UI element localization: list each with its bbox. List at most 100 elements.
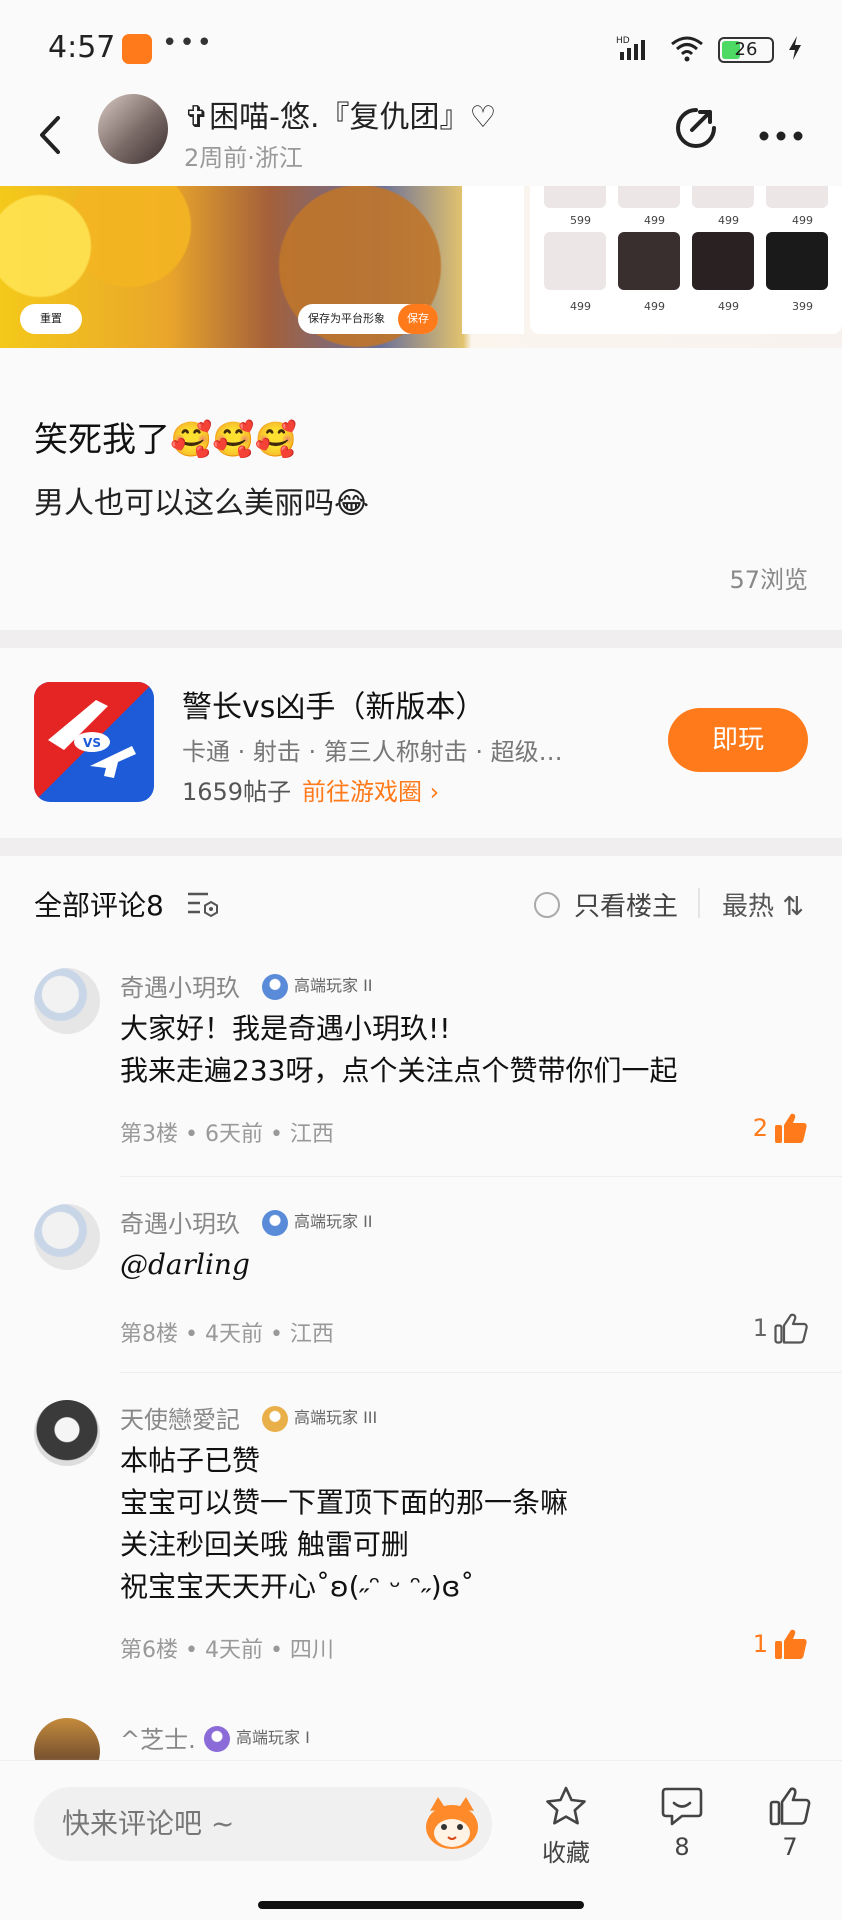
item-price: 399: [792, 300, 813, 313]
status-more-dots: •••: [162, 28, 215, 58]
item-thumb: [766, 232, 828, 290]
status-bar: 4:57 ••• HD 26: [0, 0, 842, 100]
post-title: 笑死我了🥰🥰🥰: [34, 420, 298, 460]
item-price: 499: [792, 214, 813, 227]
image-reset-label: 重置: [20, 304, 82, 334]
view-count: 57浏览: [729, 566, 808, 594]
game-tags: 卡通 · 射击 · 第三人称射击 · 超级…: [182, 738, 563, 766]
item-price: 499: [718, 214, 739, 227]
share-button[interactable]: [672, 104, 720, 152]
status-icons: HD 26: [616, 34, 802, 66]
level-badge: 高端玩家 II: [262, 972, 373, 1000]
comment-item: ^芝士. 高端玩家 I: [0, 1718, 842, 1784]
charging-icon: [788, 36, 802, 64]
game-card[interactable]: VS 警长vs凶手（新版本） 卡通 · 射击 · 第三人称射击 · 超级… 16…: [0, 648, 842, 840]
commenter-avatar[interactable]: [34, 1204, 100, 1270]
comments-button[interactable]: 8: [642, 1785, 722, 1861]
level-badge: 高端玩家 I: [204, 1724, 310, 1752]
game-icon[interactable]: VS: [34, 682, 154, 802]
thumbs-up-icon: [775, 1113, 807, 1143]
status-time: 4:57: [48, 30, 116, 65]
image-item-panel: 599 499 499 499 499 499 499 399: [530, 186, 842, 334]
like-button[interactable]: 2: [753, 1112, 808, 1144]
comment-input[interactable]: 快来评论吧 ~: [34, 1787, 492, 1861]
bottom-action-bar: 快来评论吧 ~ 收藏 8 7: [0, 1760, 842, 1920]
comment-text: 大家好！我是奇遇小玥玖!! 我来走遍233呀，点个关注点个赞带你们一起: [120, 1012, 678, 1087]
commenter-name[interactable]: 奇遇小玥玖: [120, 968, 240, 1003]
comment-meta: 第8楼 • 4天前 • 江西: [120, 1322, 334, 1347]
author-avatar[interactable]: [98, 94, 168, 164]
item-price: 499: [644, 214, 665, 227]
level-badge: 高端玩家 III: [262, 1404, 377, 1432]
author-name[interactable]: ✞困喵-悠.『复仇团』♡: [184, 92, 496, 136]
comment-item: 奇遇小玥玖 高端玩家 II @darling 第8楼 • 4天前 • 江西 1: [0, 1204, 842, 1354]
thumbs-up-icon: [775, 1629, 807, 1659]
commenter-name[interactable]: ^芝士.: [120, 1720, 196, 1755]
wifi-icon: [670, 34, 704, 66]
share-icon: [676, 108, 716, 148]
mascot-icon[interactable]: [422, 1795, 482, 1853]
item-price: 599: [570, 214, 591, 227]
battery-level: 26: [734, 39, 758, 60]
star-icon: [546, 1786, 586, 1825]
item-thumb: [618, 186, 680, 208]
back-button[interactable]: [30, 110, 74, 160]
game-name[interactable]: 警长vs凶手（新版本）: [182, 682, 485, 726]
like-button[interactable]: 1: [753, 1312, 808, 1344]
item-price: 499: [644, 300, 665, 313]
thumbs-up-icon: [769, 1787, 811, 1826]
badge-icon: [262, 973, 288, 1000]
game-post-count: 1659帖子: [182, 778, 292, 806]
item-thumb: [544, 232, 606, 290]
comment-item: 天使戀愛記 高端玩家 III 本帖子已赞 宝宝可以赞一下置顶下面的那一条嘛 关注…: [0, 1400, 842, 1663]
filter-icon[interactable]: [186, 890, 220, 918]
comment-meta: 第3楼 • 6天前 • 江西: [120, 1122, 334, 1147]
post-meta: 2周前·浙江: [184, 144, 303, 172]
signal-icon: HD: [616, 34, 656, 66]
section-divider: [0, 630, 842, 648]
favorite-button[interactable]: 收藏: [526, 1785, 606, 1868]
item-thumb: [766, 186, 828, 208]
badge-icon: [262, 1405, 288, 1432]
item-thumb: [692, 232, 754, 290]
battery-indicator: 26: [718, 37, 774, 63]
comments-header: 全部评论8 只看楼主 最热 ⇅: [0, 880, 842, 928]
comment-divider: [120, 1176, 842, 1177]
commenter-name[interactable]: 天使戀愛記: [120, 1400, 240, 1435]
sort-divider: [698, 888, 700, 918]
item-thumb: [692, 186, 754, 208]
post-image[interactable]: 599 499 499 499 499 499 499 399 重置 保存为平台…: [0, 186, 842, 348]
item-thumb: [618, 232, 680, 290]
comment-text: 本帖子已赞 宝宝可以赞一下置顶下面的那一条嘛 关注秒回关哦 触雷可删 祝宝宝天天…: [120, 1444, 569, 1603]
comment-text: @darling: [120, 1248, 250, 1281]
item-thumb: [544, 186, 606, 208]
more-button[interactable]: [758, 112, 804, 150]
only-op-toggle[interactable]: 只看楼主: [534, 886, 678, 923]
comment-item: 奇遇小玥玖 高端玩家 II 大家好！我是奇遇小玥玖!! 我来走遍233呀，点个关…: [0, 968, 842, 1168]
item-price: 499: [718, 300, 739, 313]
svg-text:HD: HD: [616, 36, 630, 46]
commenter-avatar[interactable]: [34, 1400, 100, 1466]
like-post-button[interactable]: 7: [750, 1785, 830, 1861]
play-button[interactable]: 即玩: [668, 708, 808, 772]
comment-divider: [120, 1372, 842, 1373]
item-price: 499: [570, 300, 591, 313]
like-button[interactable]: 1: [753, 1628, 808, 1660]
sort-button[interactable]: 最热 ⇅: [722, 886, 804, 923]
image-save-label: 保存为平台形象 保存: [298, 304, 438, 334]
image-side-panel: [462, 186, 524, 334]
post-body: 男人也可以这么美丽吗😂: [34, 486, 370, 521]
badge-icon: [262, 1209, 288, 1236]
post-header: ✞困喵-悠.『复仇团』♡ 2周前·浙江: [0, 90, 842, 186]
comment-meta: 第6楼 • 4天前 • 四川: [120, 1638, 334, 1663]
back-icon: [40, 116, 60, 154]
home-indicator[interactable]: [258, 1901, 584, 1909]
badge-icon: [204, 1725, 230, 1752]
svg-text:VS: VS: [83, 736, 101, 750]
thumbs-up-icon: [774, 1313, 808, 1344]
commenter-name[interactable]: 奇遇小玥玖: [120, 1204, 240, 1239]
only-op-radio[interactable]: [534, 891, 560, 918]
comments-title: 全部评论8: [34, 889, 164, 922]
commenter-avatar[interactable]: [34, 968, 100, 1034]
go-to-game-circle-link[interactable]: 前往游戏圈 ›: [302, 772, 439, 807]
